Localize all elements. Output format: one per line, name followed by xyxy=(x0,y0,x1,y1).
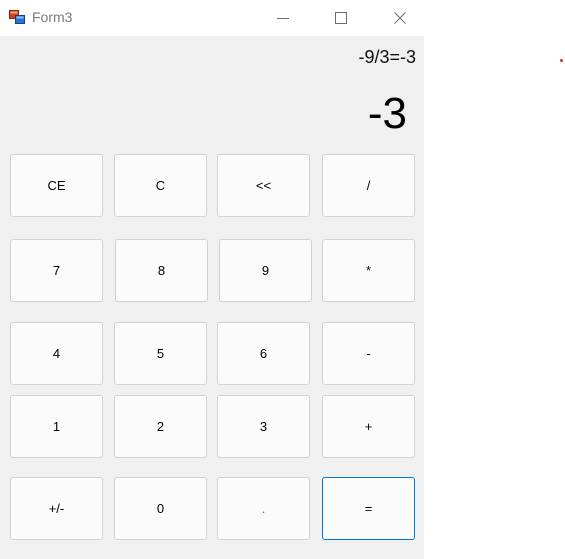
close-icon xyxy=(394,12,406,24)
multiply-button[interactable]: * xyxy=(322,239,415,302)
digit-7-button[interactable]: 7 xyxy=(10,239,103,302)
divide-button[interactable]: / xyxy=(322,154,415,217)
negate-button[interactable]: +/- xyxy=(10,477,103,540)
clear-button[interactable]: C xyxy=(114,154,207,217)
digit-4-button[interactable]: 4 xyxy=(10,322,103,385)
clear-entry-button[interactable]: CE xyxy=(10,154,103,217)
window-title: Form3 xyxy=(32,9,73,25)
close-button[interactable] xyxy=(377,0,423,36)
minimize-icon xyxy=(277,12,289,24)
digit-0-button[interactable]: 0 xyxy=(114,477,207,540)
backspace-button[interactable]: << xyxy=(217,154,310,217)
result-display: -3 xyxy=(367,89,407,138)
expression-label: -9/3=-3 xyxy=(358,47,416,67)
minus-button[interactable]: - xyxy=(322,322,415,385)
digit-9-button[interactable]: 9 xyxy=(219,239,312,302)
digit-2-button[interactable]: 2 xyxy=(114,395,207,458)
calculator-window: Form3 -9/3=-3 -3 CE C << / 7 8 9 * 4 5 6… xyxy=(0,0,424,559)
red-dot-marker xyxy=(560,59,563,62)
minimize-button[interactable] xyxy=(260,0,306,36)
digit-3-button[interactable]: 3 xyxy=(217,395,310,458)
maximize-icon xyxy=(335,12,347,24)
digit-1-button[interactable]: 1 xyxy=(10,395,103,458)
digit-5-button[interactable]: 5 xyxy=(114,322,207,385)
title-bar[interactable]: Form3 xyxy=(0,0,424,36)
digit-6-button[interactable]: 6 xyxy=(217,322,310,385)
winforms-app-icon xyxy=(9,9,25,25)
digit-8-button[interactable]: 8 xyxy=(115,239,208,302)
decimal-button[interactable]: . xyxy=(217,477,310,540)
maximize-button[interactable] xyxy=(318,0,364,36)
equals-button[interactable]: = xyxy=(322,477,415,540)
plus-button[interactable]: + xyxy=(322,395,415,458)
